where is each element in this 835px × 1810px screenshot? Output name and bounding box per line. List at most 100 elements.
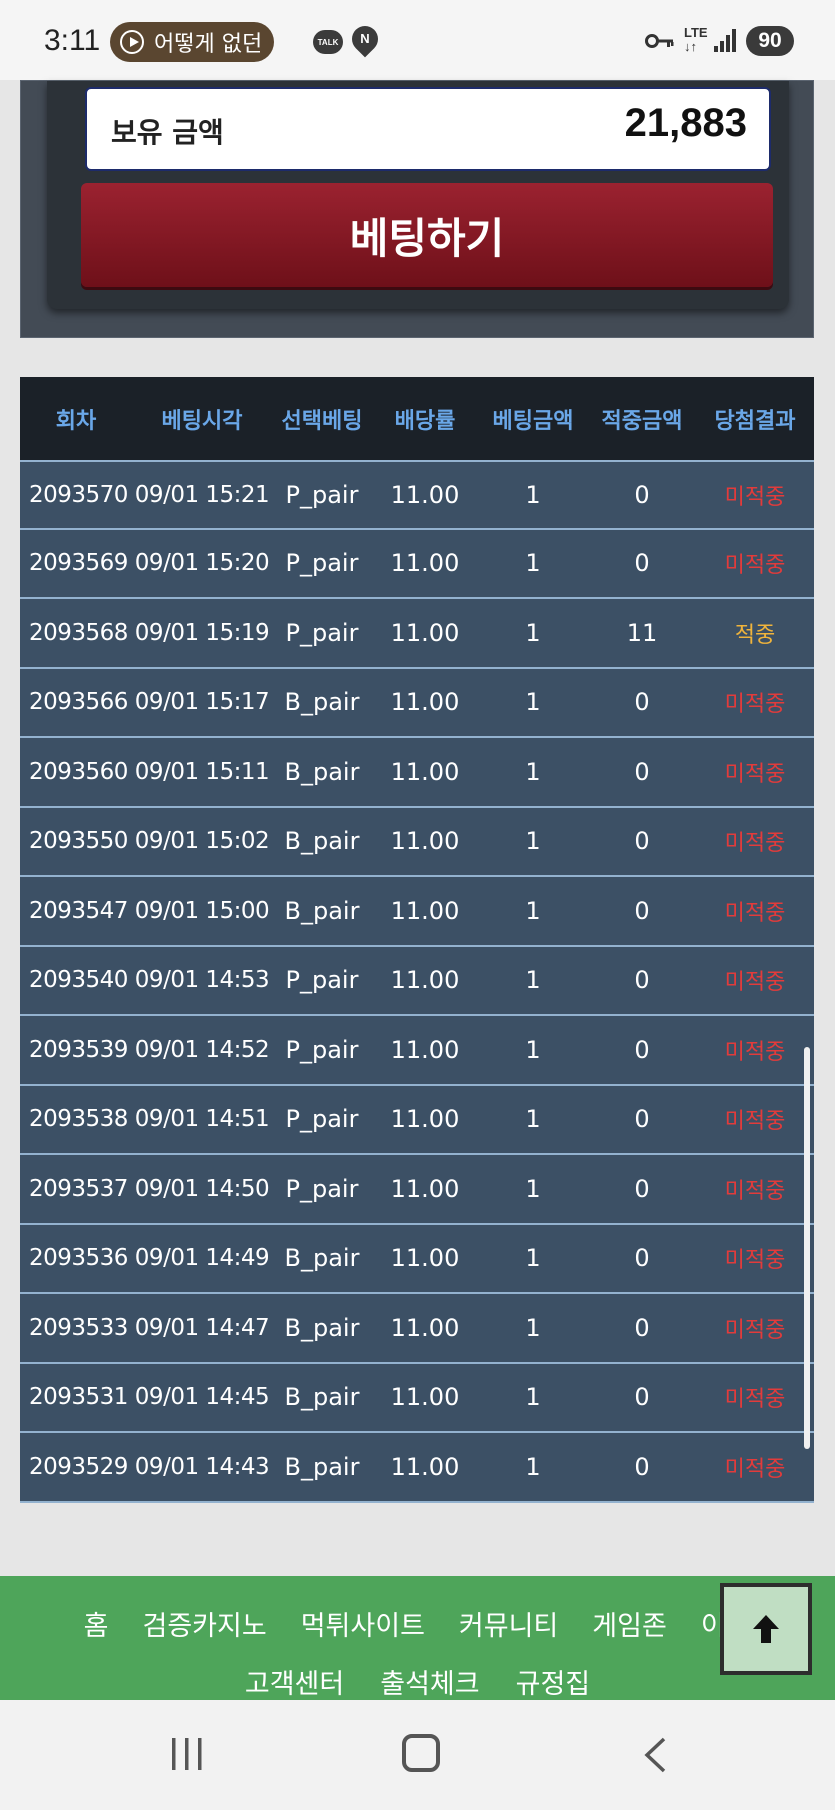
android-nav-bar xyxy=(0,1700,835,1810)
cell-bet-amount: 1 xyxy=(525,896,541,925)
cell-result: 미적중 xyxy=(724,900,786,926)
cell-result: 적중 xyxy=(734,622,776,648)
cell-pick: B_pair xyxy=(284,1244,360,1273)
table-row: 2093538 09/01 14:51 P_pair 11.00 1 0 미적중 xyxy=(20,1085,814,1155)
cell-round: 2093539 xyxy=(29,1036,128,1063)
back-icon[interactable] xyxy=(640,1736,670,1774)
pin-letter: N xyxy=(360,31,370,46)
footer-nav-item[interactable]: 먹튀사이트 xyxy=(284,1604,442,1643)
cell-win-amount: 0 xyxy=(634,827,650,856)
footer-nav-line2: 고객센터 출석체크 규정집 xyxy=(0,1662,835,1701)
cell-round: 2093540 xyxy=(29,967,128,994)
footer-nav-item[interactable]: 홈 xyxy=(67,1604,126,1643)
cell-round: 2093531 xyxy=(29,1384,128,1411)
media-notification[interactable]: 어떻게 없던 xyxy=(110,22,275,62)
cell-odds: 11.00 xyxy=(390,1383,460,1412)
table-row: 2093550 09/01 15:02 B_pair 11.00 1 0 미적중 xyxy=(20,807,814,877)
cell-result: 미적중 xyxy=(724,553,786,579)
cell-odds: 11.00 xyxy=(390,896,460,925)
cell-bet-time: 09/01 15:00 xyxy=(134,897,270,924)
table-row: 2093529 09/01 14:43 B_pair 11.00 1 0 미적중 xyxy=(20,1433,814,1503)
table-body: 2093570 09/01 15:21 P_pair 11.00 1 0 미적중 209356… xyxy=(20,460,814,1503)
cell-odds: 11.00 xyxy=(390,757,460,786)
home-icon[interactable] xyxy=(402,1734,440,1772)
play-icon xyxy=(120,30,144,54)
cell-pick: B_pair xyxy=(284,757,360,786)
table-row: 2093536 09/01 14:49 B_pair 11.00 1 0 미적중 xyxy=(20,1224,814,1294)
footer-nav-item[interactable]: 규정집 xyxy=(498,1662,609,1701)
table-row: 2093533 09/01 14:47 B_pair 11.00 1 0 미적중 xyxy=(20,1294,814,1364)
header-win-amount: 적중금액 xyxy=(601,408,683,434)
header-round: 회차 xyxy=(55,408,97,434)
cell-round: 2093537 xyxy=(29,1175,128,1202)
cell-pick: B_pair xyxy=(284,1452,360,1481)
cell-win-amount: 0 xyxy=(634,896,650,925)
status-bar: 3:11 어떻게 없던 TALK N LTE ↓↑ 90 xyxy=(0,0,835,80)
table-row: 2093531 09/01 14:45 B_pair 11.00 1 0 미적중 xyxy=(20,1363,814,1433)
page-scrollbar[interactable] xyxy=(804,1047,810,1449)
cell-result: 미적중 xyxy=(724,1456,786,1482)
cell-odds: 11.00 xyxy=(390,1313,460,1342)
footer-nav-item[interactable]: 게임존 xyxy=(575,1604,684,1643)
table-row: 2093547 09/01 15:00 B_pair 11.00 1 0 미적중 xyxy=(20,877,814,947)
footer-nav-item[interactable]: 검증카지노 xyxy=(126,1604,284,1643)
cell-win-amount: 0 xyxy=(634,688,650,717)
cell-result: 미적중 xyxy=(724,692,786,718)
signal-icon xyxy=(714,29,736,52)
cell-bet-amount: 1 xyxy=(525,1174,541,1203)
cell-odds: 11.00 xyxy=(390,549,460,578)
place-bet-button[interactable]: 베팅하기 xyxy=(81,183,773,287)
cell-bet-time: 09/01 14:50 xyxy=(134,1175,270,1202)
header-bet-amount: 베팅금액 xyxy=(492,408,574,434)
table-row: 2093539 09/01 14:52 P_pair 11.00 1 0 미적중 xyxy=(20,1016,814,1086)
header-bet-time: 베팅시각 xyxy=(161,408,243,434)
cell-pick: P_pair xyxy=(285,1105,359,1134)
scroll-to-top-button[interactable] xyxy=(720,1583,812,1675)
cell-pick: P_pair xyxy=(285,966,359,995)
cell-result: 미적중 xyxy=(724,1387,786,1413)
table-row: 2093537 09/01 14:50 P_pair 11.00 1 0 미적중 xyxy=(20,1155,814,1225)
naver-map-icon: N xyxy=(346,20,384,58)
status-time: 3:11 xyxy=(44,24,101,57)
cell-bet-amount: 1 xyxy=(525,1105,541,1134)
table-row: 2093566 09/01 15:17 B_pair 11.00 1 0 미적중 xyxy=(20,668,814,738)
cell-pick: P_pair xyxy=(285,1174,359,1203)
cell-odds: 11.00 xyxy=(390,1244,460,1273)
cell-bet-time: 09/01 15:02 xyxy=(134,828,270,855)
cell-pick: B_pair xyxy=(284,1383,360,1412)
footer-nav-item[interactable]: 커뮤니티 xyxy=(442,1604,575,1643)
table-header: 회차 베팅시각 선택베팅 배당률 베팅금액 적중금액 당첨결과 xyxy=(20,377,814,460)
table-row: 2093568 09/01 15:19 P_pair 11.00 1 11 적중 xyxy=(20,599,814,669)
cell-bet-amount: 1 xyxy=(525,1383,541,1412)
cell-win-amount: 0 xyxy=(634,1105,650,1134)
key-icon xyxy=(645,34,674,48)
footer-nav-item[interactable]: 고객센터 xyxy=(227,1662,362,1701)
cell-round: 2093550 xyxy=(29,828,128,855)
footer-nav-item[interactable]: 출석체크 xyxy=(362,1662,497,1701)
header-odds: 배당률 xyxy=(394,408,456,434)
arrow-up-icon xyxy=(753,1615,779,1643)
recent-apps-icon[interactable] xyxy=(168,1736,206,1772)
cell-pick: P_pair xyxy=(285,480,359,509)
cell-win-amount: 0 xyxy=(634,1174,650,1203)
cell-win-amount: 0 xyxy=(634,1452,650,1481)
cell-win-amount: 0 xyxy=(634,1035,650,1064)
cell-round: 2093533 xyxy=(29,1314,128,1341)
cell-bet-time: 09/01 15:20 xyxy=(134,550,270,577)
cell-odds: 11.00 xyxy=(390,1035,460,1064)
cell-odds: 11.00 xyxy=(390,688,460,717)
cell-bet-time: 09/01 14:53 xyxy=(134,967,270,994)
header-pick: 선택베팅 xyxy=(281,408,363,434)
footer-nav: 홈검증카지노먹튀사이트커뮤니티게임존이벤트 고객센터출석체크규정집 xyxy=(0,1576,835,1700)
cell-odds: 11.00 xyxy=(390,480,460,509)
cell-bet-amount: 1 xyxy=(525,966,541,995)
network-type: LTE ↓↑ xyxy=(684,25,708,54)
cell-bet-amount: 1 xyxy=(525,1244,541,1273)
cell-bet-amount: 1 xyxy=(525,618,541,647)
cell-bet-time: 09/01 15:17 xyxy=(134,689,270,716)
footer-nav-line1: 홈검증카지노먹튀사이트커뮤니티게임존이벤트 xyxy=(12,1604,835,1643)
cell-pick: B_pair xyxy=(284,827,360,856)
cell-pick: P_pair xyxy=(285,618,359,647)
cell-pick: B_pair xyxy=(284,896,360,925)
cell-bet-amount: 1 xyxy=(525,827,541,856)
